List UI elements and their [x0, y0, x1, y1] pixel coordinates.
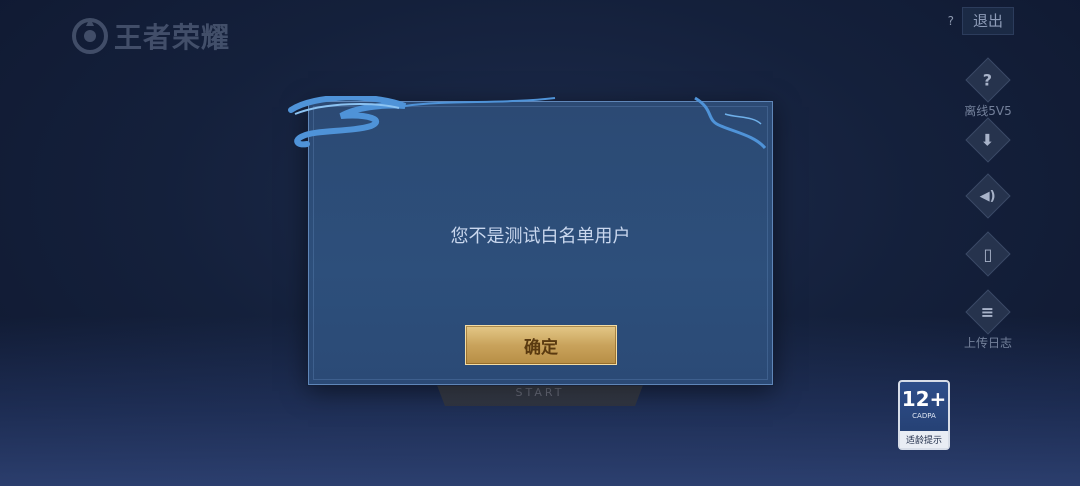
upload-log-button[interactable]: ≡ 上传日志 — [958, 289, 1018, 351]
age-rating-tip: 适龄提示 — [900, 431, 948, 448]
alert-dialog: 您不是测试白名单用户 确定 — [288, 96, 773, 385]
sound-button[interactable]: ◀) — [958, 173, 1018, 219]
age-rating-badge[interactable]: 12+ CADPA 适龄提示 — [898, 380, 950, 450]
download-icon: ⬇ — [965, 117, 1011, 163]
question-icon: ? — [965, 57, 1011, 103]
start-label: START — [515, 386, 565, 399]
help-icon[interactable]: ? — [948, 14, 954, 28]
phone-icon: ▯ — [965, 231, 1011, 277]
game-logo: 王者荣耀 — [70, 16, 230, 56]
logo-emblem-icon — [72, 18, 108, 54]
offline-5v5-button[interactable]: ? 离线5V5 — [958, 57, 1018, 119]
top-right-controls: ? 退出 — [948, 7, 1014, 35]
logo-text: 王者荣耀 — [114, 21, 231, 54]
age-rating-org: CADPA — [912, 412, 936, 420]
exit-button[interactable]: 退出 — [961, 7, 1014, 35]
phone-button[interactable]: ▯ — [958, 231, 1018, 277]
log-icon: ≡ — [965, 289, 1011, 335]
sound-icon: ◀) — [965, 173, 1011, 219]
upload-log-label: 上传日志 — [963, 336, 1012, 350]
dialog-message: 您不是测试白名单用户 — [450, 226, 631, 247]
age-rating-number: 12+ — [901, 387, 947, 411]
confirm-button[interactable]: 确定 — [465, 325, 617, 365]
download-button[interactable]: ⬇ — [958, 117, 1018, 163]
